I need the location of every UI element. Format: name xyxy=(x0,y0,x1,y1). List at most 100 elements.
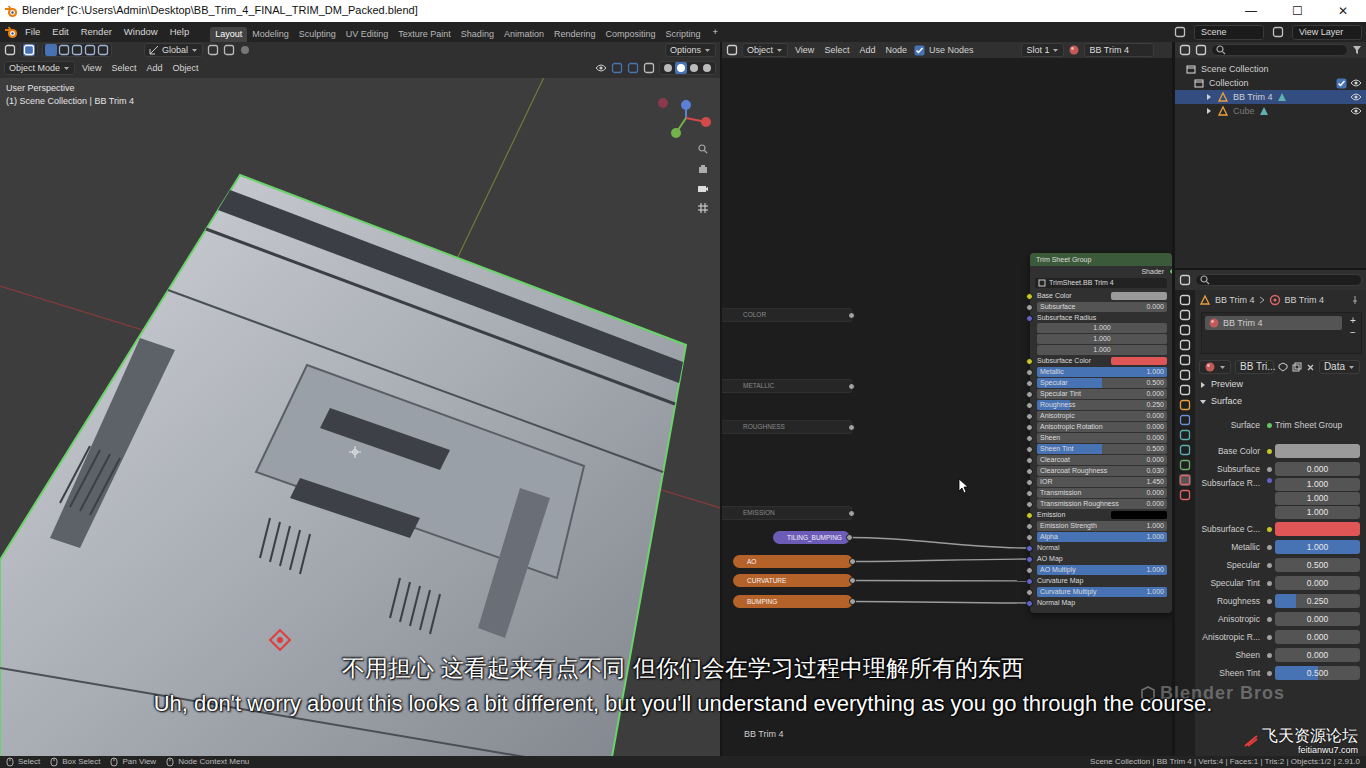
value-field[interactable]: 0.500 xyxy=(1275,558,1360,572)
color-swatch[interactable] xyxy=(1275,522,1360,536)
frame-socket[interactable] xyxy=(848,383,855,390)
node-canvas[interactable]: COLORMETALLICROUGHNESSEMISSIONTILING_BUM… xyxy=(722,58,1172,756)
input-socket[interactable] xyxy=(1026,446,1033,453)
add-workspace-button[interactable]: + xyxy=(708,26,724,37)
input-socket[interactable] xyxy=(1026,479,1033,486)
node-value-field[interactable]: IOR1.450 xyxy=(1037,477,1167,487)
node-input-row[interactable]: Alpha1.000 xyxy=(1030,532,1172,542)
reroute-frame[interactable]: ROUGHNESS xyxy=(722,420,852,434)
shader-input-row[interactable]: Base Color xyxy=(1199,442,1366,460)
input-socket[interactable] xyxy=(1026,315,1033,322)
node-value-field[interactable]: 1.000 xyxy=(1037,334,1167,344)
viewport-menu[interactable]: Select xyxy=(108,63,139,74)
properties-search[interactable] xyxy=(1195,274,1362,286)
use-nodes-toggle[interactable]: Use Nodes xyxy=(914,45,974,56)
node-value-field[interactable]: Sheen0.000 xyxy=(1037,433,1167,443)
shader-input-row[interactable]: SurfaceTrim Sheet Group xyxy=(1199,414,1366,436)
shading-icon[interactable] xyxy=(688,62,700,74)
node-input-row[interactable]: Subsurface Color xyxy=(1030,356,1172,366)
node-input-row[interactable]: Transmission0.000 xyxy=(1030,488,1172,498)
input-socket[interactable] xyxy=(1026,358,1033,365)
input-node[interactable]: TILING_BUMPING xyxy=(773,531,850,544)
node-input-row[interactable]: Transmission Roughness0.000 xyxy=(1030,499,1172,509)
axis-gizmo[interactable] xyxy=(650,88,716,144)
shading-icon[interactable] xyxy=(701,62,713,74)
socket-dot[interactable] xyxy=(1263,653,1275,658)
socket-dot[interactable] xyxy=(1263,423,1275,428)
node-input-row[interactable]: Base Color xyxy=(1030,291,1172,301)
output-socket[interactable] xyxy=(849,558,856,565)
node-input-row[interactable]: Clearcoat0.000 xyxy=(1030,455,1172,465)
node-value-field[interactable]: Transmission0.000 xyxy=(1037,488,1167,498)
value-field[interactable]: 0.250 xyxy=(1275,594,1360,608)
node-input-row[interactable]: Curvature Multiply1.000 xyxy=(1030,587,1172,597)
slot-button[interactable]: − xyxy=(1350,327,1356,339)
node-input-row[interactable]: Curvature Map xyxy=(1030,576,1172,586)
node-value-field[interactable]: Transmission Roughness0.000 xyxy=(1037,499,1167,509)
node-value-field[interactable]: Emission Strength1.000 xyxy=(1037,521,1167,531)
outliner-search[interactable] xyxy=(1211,44,1348,56)
view-layer-icon[interactable] xyxy=(1272,26,1284,38)
value-field[interactable]: 1.000 xyxy=(1275,506,1360,519)
slot-button[interactable]: + xyxy=(1350,315,1356,327)
input-socket[interactable] xyxy=(1026,468,1033,475)
workspace-tab[interactable]: Modeling xyxy=(247,27,294,42)
material-browse[interactable] xyxy=(1199,360,1231,374)
property-tab-icon[interactable] xyxy=(1179,459,1191,471)
socket-dot[interactable] xyxy=(1263,478,1275,483)
node-value-field[interactable]: Subsurface0.000 xyxy=(1037,302,1167,312)
node-input-row[interactable]: Subsurface0.000 xyxy=(1030,302,1172,312)
input-socket[interactable] xyxy=(1026,501,1033,508)
input-socket[interactable] xyxy=(1026,545,1033,552)
material-field[interactable]: BB Trim 4 xyxy=(1084,43,1154,57)
output-socket[interactable] xyxy=(846,534,853,541)
overlay-icon[interactable] xyxy=(627,62,639,74)
scene-icon[interactable] xyxy=(1174,26,1186,38)
frame-socket[interactable] xyxy=(848,510,855,517)
input-socket[interactable] xyxy=(1026,380,1033,387)
node-input-row[interactable]: AO Multiply1.000 xyxy=(1030,565,1172,575)
visibility-icon[interactable] xyxy=(1350,91,1362,103)
unlink-icon[interactable] xyxy=(1306,363,1315,372)
input-socket[interactable] xyxy=(1026,304,1033,311)
node-value-field[interactable]: Specular0.500 xyxy=(1037,378,1167,388)
reroute-frame[interactable]: METALLIC xyxy=(722,379,852,393)
viewport-canvas[interactable]: User Perspective(1) Scene Collection | B… xyxy=(0,78,720,756)
socket-dot[interactable] xyxy=(1263,467,1275,472)
options-dropdown[interactable]: Options xyxy=(665,43,716,57)
socket-dot[interactable] xyxy=(1263,581,1275,586)
shader-input-row[interactable]: Sheen0.000 xyxy=(1199,646,1366,664)
select-mode-icon[interactable] xyxy=(97,44,109,56)
node-input-row[interactable]: Sheen Tint0.500 xyxy=(1030,444,1172,454)
input-socket[interactable] xyxy=(1026,512,1033,519)
pan-hand-icon[interactable] xyxy=(697,162,709,174)
editor-type-icon[interactable] xyxy=(1179,274,1191,286)
node-input-row[interactable]: Emission Strength1.000 xyxy=(1030,521,1172,531)
node-input-row[interactable]: IOR1.450 xyxy=(1030,477,1172,487)
node-input-row[interactable]: Subsurface Radius1.0001.0001.000 xyxy=(1030,313,1172,355)
input-socket[interactable] xyxy=(1026,457,1033,464)
outliner-row[interactable]: Scene Collection xyxy=(1175,62,1366,76)
input-socket[interactable] xyxy=(1026,424,1033,431)
panel-header[interactable]: Preview xyxy=(1199,376,1366,393)
workspace-tab[interactable]: Sculpting xyxy=(294,27,341,42)
shader-input-row[interactable]: Anisotropic0.000 xyxy=(1199,610,1366,628)
frame-socket[interactable] xyxy=(848,424,855,431)
node-link[interactable] xyxy=(853,602,1030,604)
xray-icon[interactable] xyxy=(643,62,655,74)
input-socket[interactable] xyxy=(1026,600,1033,607)
pin-icon[interactable] xyxy=(1350,295,1360,305)
node-input-row[interactable]: Anisotropic0.000 xyxy=(1030,411,1172,421)
property-tab-icon[interactable] xyxy=(1179,354,1191,366)
input-socket[interactable] xyxy=(1026,369,1033,376)
workspace-tab[interactable]: Layout xyxy=(210,27,247,42)
input-node[interactable]: AO xyxy=(733,555,853,568)
node-link[interactable] xyxy=(853,580,1030,582)
node-menu[interactable]: Node xyxy=(882,45,910,56)
shader-socket[interactable] xyxy=(1169,268,1172,275)
group-node[interactable]: Trim Sheet GroupShaderTrimSheet.BB Trim … xyxy=(1030,253,1172,613)
node-input-row[interactable]: AO Map xyxy=(1030,554,1172,564)
menu-item[interactable]: File xyxy=(20,26,45,37)
visibility-icon[interactable] xyxy=(1350,77,1362,89)
value-field[interactable]: 0.000 xyxy=(1275,576,1360,590)
